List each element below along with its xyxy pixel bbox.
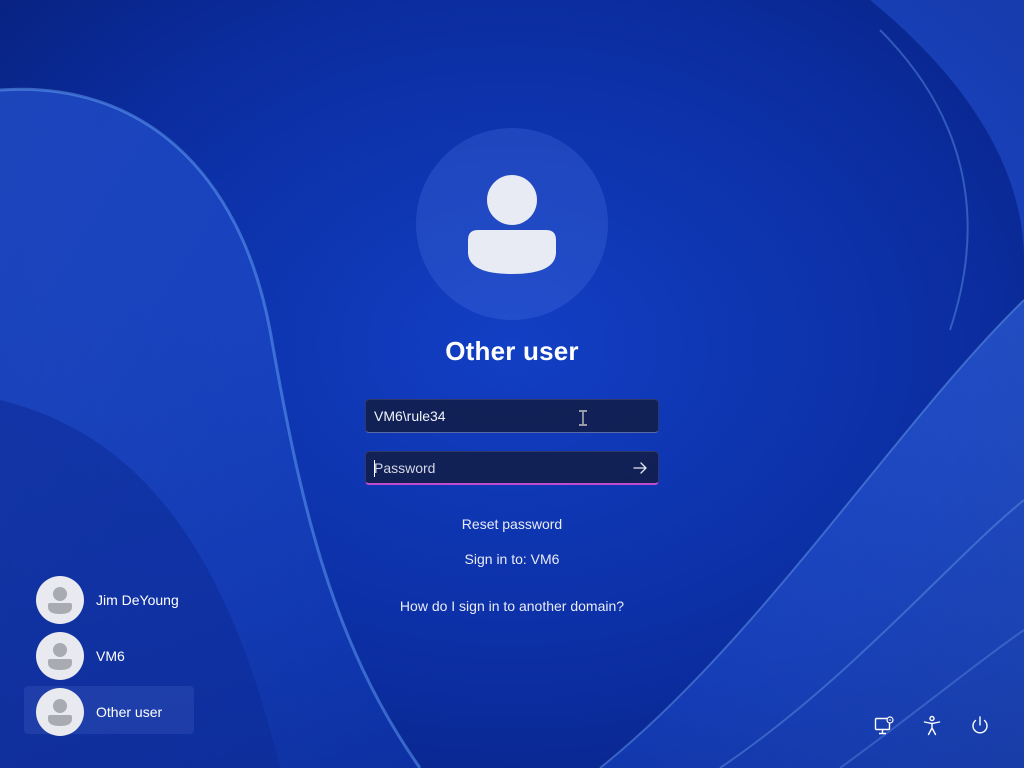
person-icon [48,587,72,614]
accessibility-icon[interactable] [920,714,944,738]
password-field[interactable] [365,451,659,485]
user-item-vm6[interactable]: VM6 [24,630,194,680]
network-icon[interactable] [872,714,896,738]
user-item-label: Other user [96,704,163,720]
username-field[interactable] [365,399,659,433]
person-icon [468,175,556,274]
arrow-right-icon[interactable] [632,460,648,476]
domain-help-link[interactable]: How do I sign in to another domain? [312,598,712,614]
user-item-label: Jim DeYoung [96,592,179,608]
password-input[interactable] [374,452,624,484]
reset-password-link[interactable]: Reset password [312,516,712,532]
power-icon[interactable] [968,714,992,738]
sign-in-to-text: Sign in to: VM6 [464,551,560,567]
text-cursor-icon [579,410,587,426]
user-item-label: VM6 [96,648,125,664]
user-title: Other user [445,336,579,366]
avatar [36,576,84,624]
user-item-jim-deyoung[interactable]: Jim DeYoung [24,574,194,624]
user-list: Jim DeYoung VM6 Other user [24,574,194,742]
user-avatar-large [416,128,608,320]
person-icon [48,699,72,726]
person-icon [48,643,72,670]
lock-screen: Other user Reset password Sign in to: VM… [0,0,1024,768]
user-item-other-user[interactable]: Other user [24,686,194,736]
avatar [36,688,84,736]
avatar [36,632,84,680]
